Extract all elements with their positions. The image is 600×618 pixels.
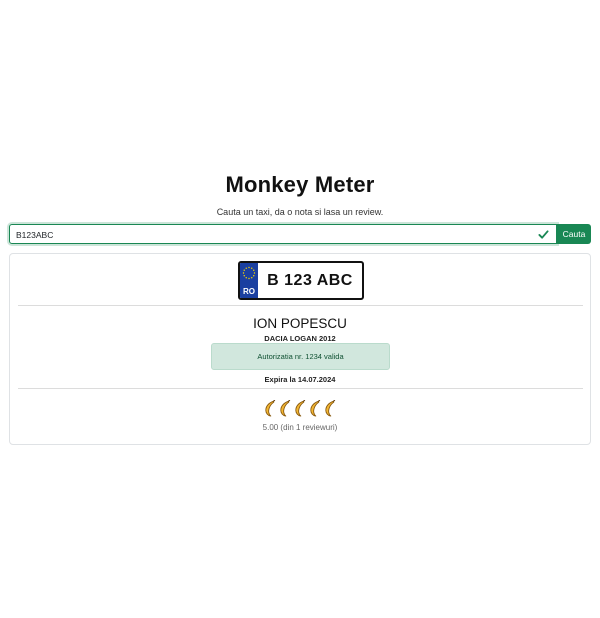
banana-icon: [324, 400, 335, 417]
divider: [18, 305, 583, 306]
banana-icon: [264, 400, 275, 417]
banana-icon: [294, 400, 305, 417]
search-field-wrapper: [9, 224, 557, 244]
plate-number: B 123 ABC: [267, 271, 353, 289]
result-card: RO B 123 ABC ION POPESCU DACIA LOGAN 201…: [9, 253, 591, 445]
eu-stars-icon: [242, 266, 256, 280]
search-input[interactable]: [10, 226, 556, 244]
banana-icon: [309, 400, 320, 417]
expiry-date: Expira la 14.07.2024: [264, 375, 336, 384]
rating-summary: 5.00 (din 1 reviewuri): [262, 423, 338, 432]
license-plate: RO B 123 ABC: [238, 261, 364, 300]
authorization-alert: Autorizatia nr. 1234 valida: [211, 343, 390, 370]
car-model: DACIA LOGAN 2012: [264, 334, 336, 343]
search-button[interactable]: Cauta: [557, 224, 591, 244]
plate-eu-band: RO: [240, 263, 258, 298]
plate-country-code: RO: [243, 287, 255, 296]
divider: [18, 388, 583, 389]
banana-icon: [279, 400, 290, 417]
page-title: Monkey Meter: [225, 172, 375, 197]
page-header: Monkey Meter Cauta un taxi, da o nota si…: [0, 172, 600, 217]
check-icon: [538, 230, 549, 239]
search-bar: Cauta: [9, 224, 591, 244]
page-subtitle: Cauta un taxi, da o nota si lasa un revi…: [216, 207, 384, 217]
driver-name: ION POPESCU: [253, 316, 347, 331]
banana-rating: [10, 400, 590, 417]
